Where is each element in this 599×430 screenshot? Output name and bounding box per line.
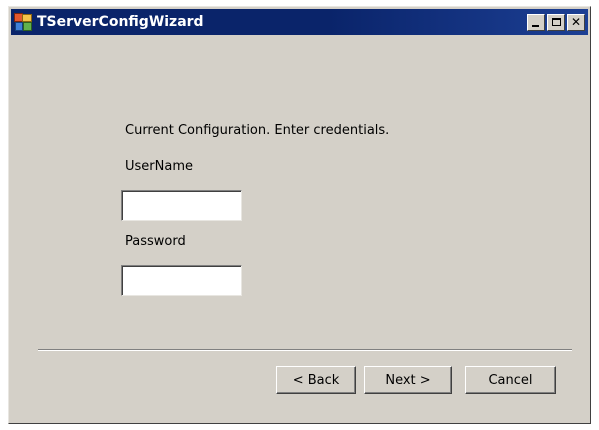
instruction-text: Current Configuration. Enter credentials… [125,123,390,138]
next-button[interactable]: Next > [364,366,452,394]
wizard-window: TServerConfigWizard ✕ Current Configurat… [8,6,591,424]
button-separator [38,349,572,351]
wizard-content: Current Configuration. Enter credentials… [9,7,590,423]
back-button[interactable]: < Back [276,366,356,394]
password-label: Password [125,234,186,249]
username-input[interactable] [121,190,242,221]
password-input[interactable] [121,265,242,296]
cancel-button[interactable]: Cancel [465,366,556,394]
username-label: UserName [125,159,193,174]
